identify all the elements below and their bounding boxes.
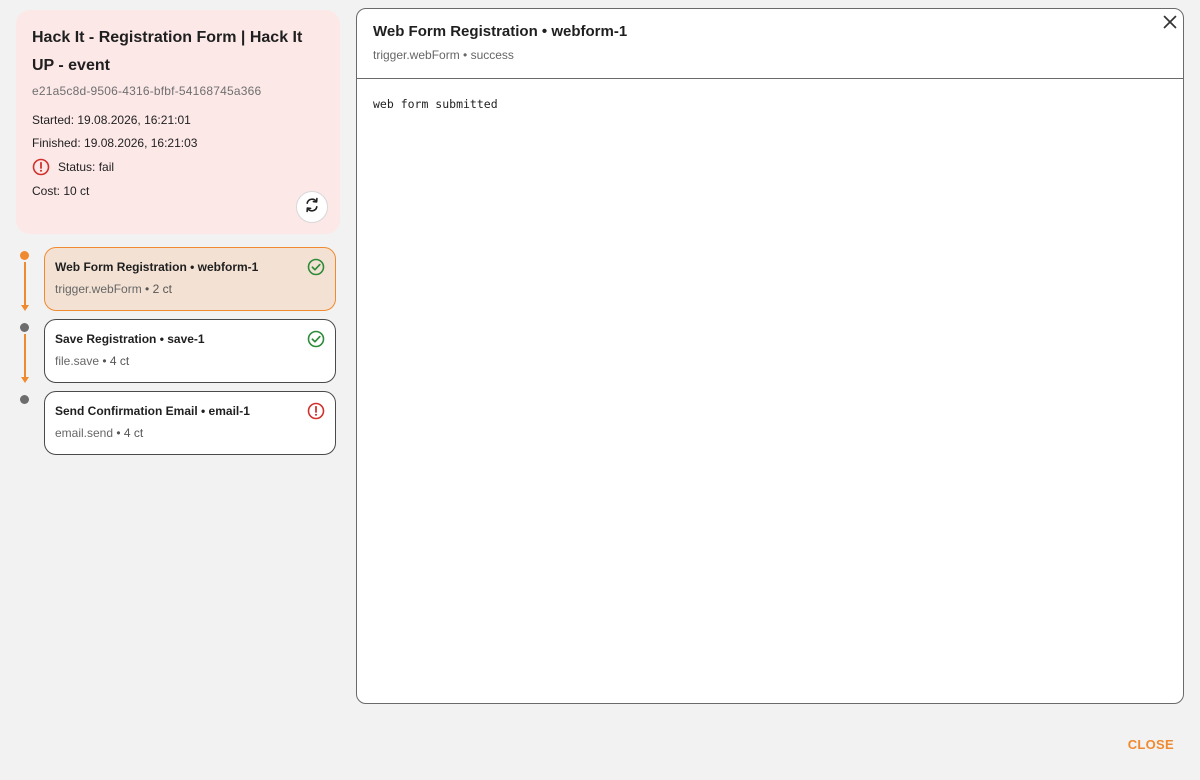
detail-title: Web Form Registration • webform-1 [373,23,628,40]
alert-circle-icon [32,158,50,176]
arrow-down-icon [21,377,29,383]
detail-header: Web Form Registration • webform-1 trigge… [357,9,1183,79]
step-item-email[interactable]: Send Confirmation Email • email-1 email.… [44,391,336,455]
step-item-webform[interactable]: Web Form Registration • webform-1 trigge… [44,247,336,311]
run-started: Started: 19.08.2026, 16:21:01 [32,113,191,127]
step-title: Send Confirmation Email • email-1 [55,404,250,418]
step-subtitle: file.save • 4 ct [55,354,325,368]
step-title: Web Form Registration • webform-1 [55,260,259,274]
detail-subtitle: trigger.webForm • success [373,48,514,62]
step-subtitle: trigger.webForm • 2 ct [55,282,325,296]
check-circle-icon [307,258,325,276]
run-title: Hack It - Registration Form | Hack It UP… [32,29,303,74]
step-item-save[interactable]: Save Registration • save-1 file.save • 4… [44,319,336,383]
rerun-button[interactable] [296,191,328,223]
alert-circle-icon [307,402,325,420]
run-status-label: Status: fail [58,160,115,174]
timeline-dot-active [20,251,29,260]
run-status: Status: fail [32,158,324,176]
step-detail-panel: Web Form Registration • webform-1 trigge… [356,8,1184,704]
timeline-connector [24,262,26,306]
close-panel-button[interactable] [1159,13,1181,35]
run-cost: Cost: 10 ct [32,184,90,198]
step-subtitle: email.send • 4 ct [55,426,325,440]
refresh-icon [303,196,321,219]
timeline-connector [24,334,26,378]
step-type: file.save [55,354,100,368]
step-type: trigger.webForm [55,282,142,296]
run-finished: Finished: 19.08.2026, 16:21:03 [32,136,198,150]
arrow-down-icon [21,305,29,311]
timeline-dot [20,323,29,332]
check-circle-icon [307,330,325,348]
close-icon [1163,15,1177,34]
run-summary-card: Hack It - Registration Form | Hack It UP… [16,10,340,234]
step-cost: • 4 ct [113,426,144,440]
step-cost: • 4 ct [99,354,130,368]
run-id: e21a5c8d-9506-4316-bfbf-54168745a366 [32,84,262,98]
close-button[interactable]: CLOSE [1128,737,1174,752]
step-cost: • 2 ct [141,282,172,296]
steps-timeline [20,248,32,468]
detail-output: web form submitted [373,97,498,111]
step-title: Save Registration • save-1 [55,332,205,346]
detail-body: web form submitted [357,79,1183,129]
step-type: email.send [55,426,114,440]
timeline-dot [20,395,29,404]
